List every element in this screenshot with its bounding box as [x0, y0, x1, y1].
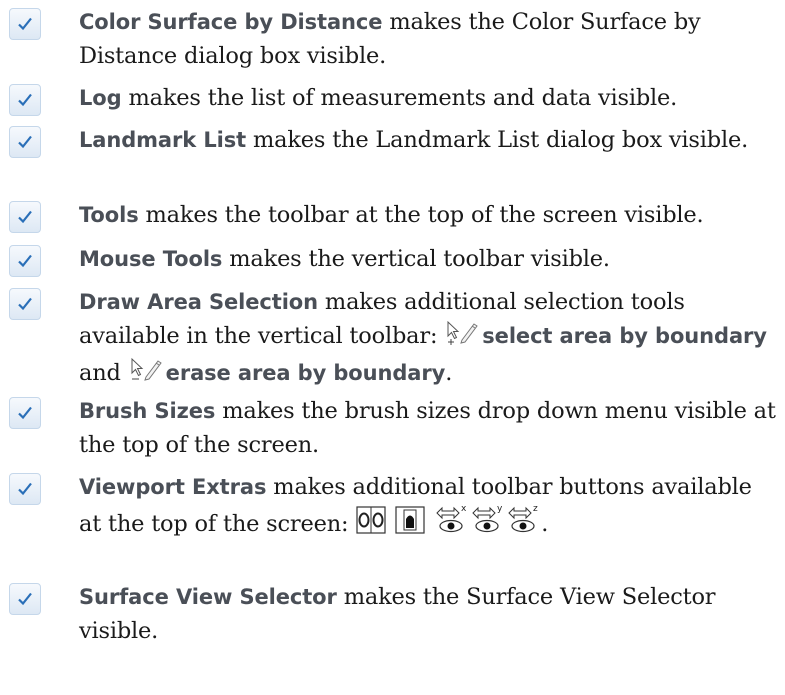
checkmark-icon[interactable] [9, 288, 41, 320]
item-text: Brush Sizes makes the brush sizes drop d… [79, 394, 779, 462]
axis-label: x [461, 504, 467, 514]
item-text: Tools makes the toolbar at the top of th… [79, 198, 779, 232]
item-term: Landmark List [79, 128, 247, 152]
rotate-eye-icon: z [506, 504, 540, 544]
checkmark-icon[interactable] [9, 8, 41, 40]
single-viewport-icon [395, 506, 425, 544]
item-term: Brush Sizes [79, 399, 216, 423]
item-term: Mouse Tools [79, 247, 223, 271]
checkmark-icon[interactable] [9, 473, 41, 505]
erase-area-by-boundary-icon [129, 357, 165, 393]
checkmark-icon[interactable] [9, 84, 41, 116]
checkmark-icon[interactable] [9, 126, 41, 158]
item-term: Draw Area Selection [79, 290, 318, 314]
item-text: Mouse Tools makes the vertical toolbar v… [79, 242, 779, 276]
axis-label: y [497, 504, 503, 514]
rotate-eye-icon: x [434, 504, 468, 544]
item-term: Color Surface by Distance [79, 10, 383, 34]
item-text: Surface View Selector makes the Surface … [79, 580, 779, 648]
conjunction-text: and [79, 360, 128, 386]
checkmark-icon[interactable] [9, 397, 41, 429]
select-area-by-boundary-icon [445, 320, 481, 356]
item-description: makes the list of measurements and data … [121, 85, 678, 111]
item-end-punctuation: . [445, 360, 453, 386]
checkmark-icon[interactable] [9, 201, 41, 233]
item-text: Viewport Extras makes additional toolbar… [79, 470, 779, 544]
item-text: Log makes the list of measurements and d… [79, 81, 779, 115]
item-description: makes the Landmark List dialog box visib… [246, 127, 749, 153]
erase-area-by-boundary-label: erase area by boundary [165, 361, 446, 385]
item-term: Log [79, 86, 122, 110]
item-description: makes the vertical toolbar visible. [222, 246, 610, 272]
item-term: Tools [79, 203, 139, 227]
rotate-eye-icon: y [470, 504, 504, 544]
item-text: Color Surface by Distance makes the Colo… [79, 5, 779, 73]
item-description: makes the toolbar at the top of the scre… [138, 202, 704, 228]
axis-label: z [533, 504, 538, 514]
checkmark-icon[interactable] [9, 583, 41, 615]
select-area-by-boundary-label: select area by boundary [482, 324, 767, 348]
item-text: Landmark List makes the Landmark List di… [79, 123, 779, 157]
item-term: Viewport Extras [79, 475, 267, 499]
options-list: Color Surface by Distance makes the Colo… [0, 0, 785, 695]
item-term: Surface View Selector [79, 585, 337, 609]
item-end-punctuation: . [541, 511, 549, 537]
split-viewport-icon [356, 506, 386, 544]
checkmark-icon[interactable] [9, 245, 41, 277]
item-text: Draw Area Selection makes additional sel… [79, 285, 779, 393]
